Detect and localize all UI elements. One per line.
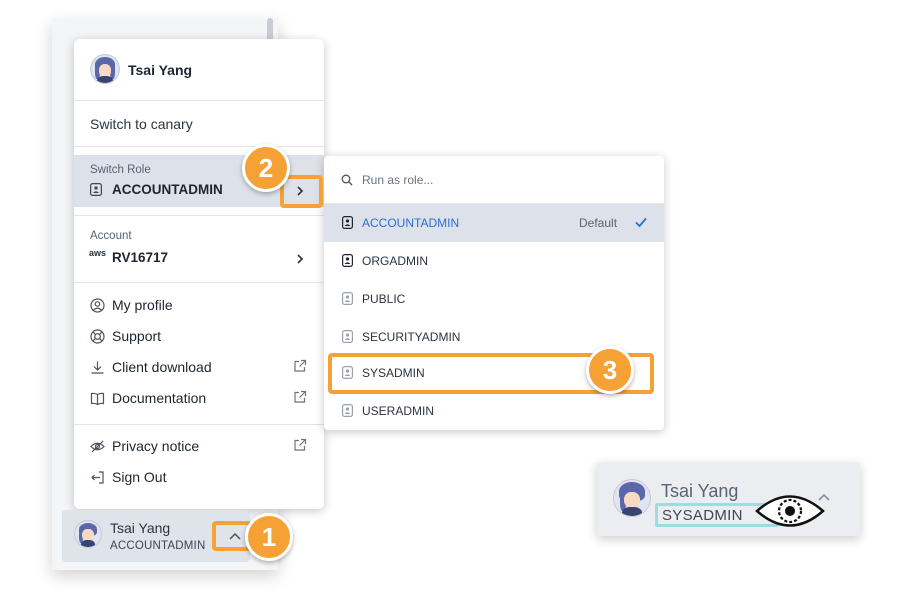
aws-logo: aws: [89, 248, 107, 258]
account-value: RV16717: [112, 250, 169, 265]
client-download-label: Client download: [112, 359, 212, 375]
book-icon: [90, 392, 105, 406]
documentation-item[interactable]: Documentation: [74, 384, 324, 414]
external-link-icon: [294, 359, 307, 372]
callout-badge-3: 3: [586, 346, 634, 394]
download-icon: [91, 361, 104, 374]
user-menu: Tsai Yang Switch to canary Switch Role A…: [74, 39, 324, 509]
role-badge-icon: [342, 404, 353, 417]
role-search-input[interactable]: Run as role...: [362, 173, 433, 187]
privacy-notice-label: Privacy notice: [112, 438, 200, 454]
switch-role-label: Switch Role: [90, 164, 151, 176]
role-badge-icon: [342, 330, 353, 343]
my-profile-item[interactable]: My profile: [74, 291, 324, 321]
documentation-label: Documentation: [112, 390, 207, 406]
lifebuoy-icon: [90, 329, 105, 344]
eye-off-icon: [90, 440, 105, 453]
divider: [74, 282, 324, 283]
privacy-notice-item[interactable]: Privacy notice: [74, 432, 324, 462]
sign-out-icon: [91, 471, 104, 484]
divider: [74, 215, 324, 216]
eye-icon: [755, 495, 825, 527]
switch-role-value: ACCOUNTADMIN: [112, 182, 223, 197]
callout-badge-2: 2: [242, 144, 290, 192]
my-profile-label: My profile: [112, 297, 173, 313]
user-name: Tsai Yang: [128, 62, 193, 78]
avatar: [613, 479, 651, 517]
role-option-label: ACCOUNTADMIN: [362, 216, 460, 230]
account-label: Account: [90, 230, 132, 242]
sign-out-item[interactable]: Sign Out: [74, 463, 324, 493]
user-bar-role: ACCOUNTADMIN: [110, 540, 206, 552]
inset-user-name: Tsai Yang: [661, 481, 739, 501]
switch-to-canary-item[interactable]: Switch to canary: [74, 101, 324, 147]
user-circle-icon: [90, 298, 105, 313]
divider: [74, 424, 324, 425]
role-badge-icon: [342, 292, 353, 305]
checkmark-icon: [635, 217, 647, 228]
avatar: [90, 54, 120, 84]
support-item[interactable]: Support: [74, 322, 324, 352]
role-badge-icon: [342, 216, 353, 229]
role-option-label: ORGADMIN: [362, 254, 428, 268]
external-link-icon: [294, 438, 307, 451]
role-option-label: SECURITYADMIN: [362, 330, 461, 344]
role-option-useradmin[interactable]: USERADMIN: [324, 392, 664, 430]
sign-out-label: Sign Out: [112, 469, 167, 485]
avatar: [74, 520, 102, 548]
support-label: Support: [112, 328, 162, 344]
external-link-icon: [294, 390, 307, 403]
role-badge-icon: [342, 254, 353, 267]
switch-to-canary-label: Switch to canary: [90, 116, 193, 132]
search-icon: [341, 174, 353, 186]
role-option-label: USERADMIN: [362, 404, 435, 418]
account-item[interactable]: Account aws RV16717: [74, 223, 324, 273]
role-search[interactable]: Run as role...: [324, 156, 664, 204]
role-option-label: PUBLIC: [362, 292, 406, 306]
role-badge-icon: [90, 183, 102, 196]
user-bar-name: Tsai Yang: [110, 520, 171, 536]
default-label: Default: [579, 216, 618, 230]
role-option-orgadmin[interactable]: ORGADMIN: [324, 242, 664, 280]
client-download-item[interactable]: Client download: [74, 353, 324, 383]
user-menu-header: Tsai Yang: [74, 39, 324, 101]
role-option-accountadmin[interactable]: ACCOUNTADMIN Default: [324, 204, 664, 242]
chevron-right-icon[interactable]: [293, 252, 307, 266]
inset-role: SYSADMIN: [662, 507, 743, 524]
role-option-public[interactable]: PUBLIC: [324, 280, 664, 318]
callout-badge-1: 1: [245, 513, 293, 561]
